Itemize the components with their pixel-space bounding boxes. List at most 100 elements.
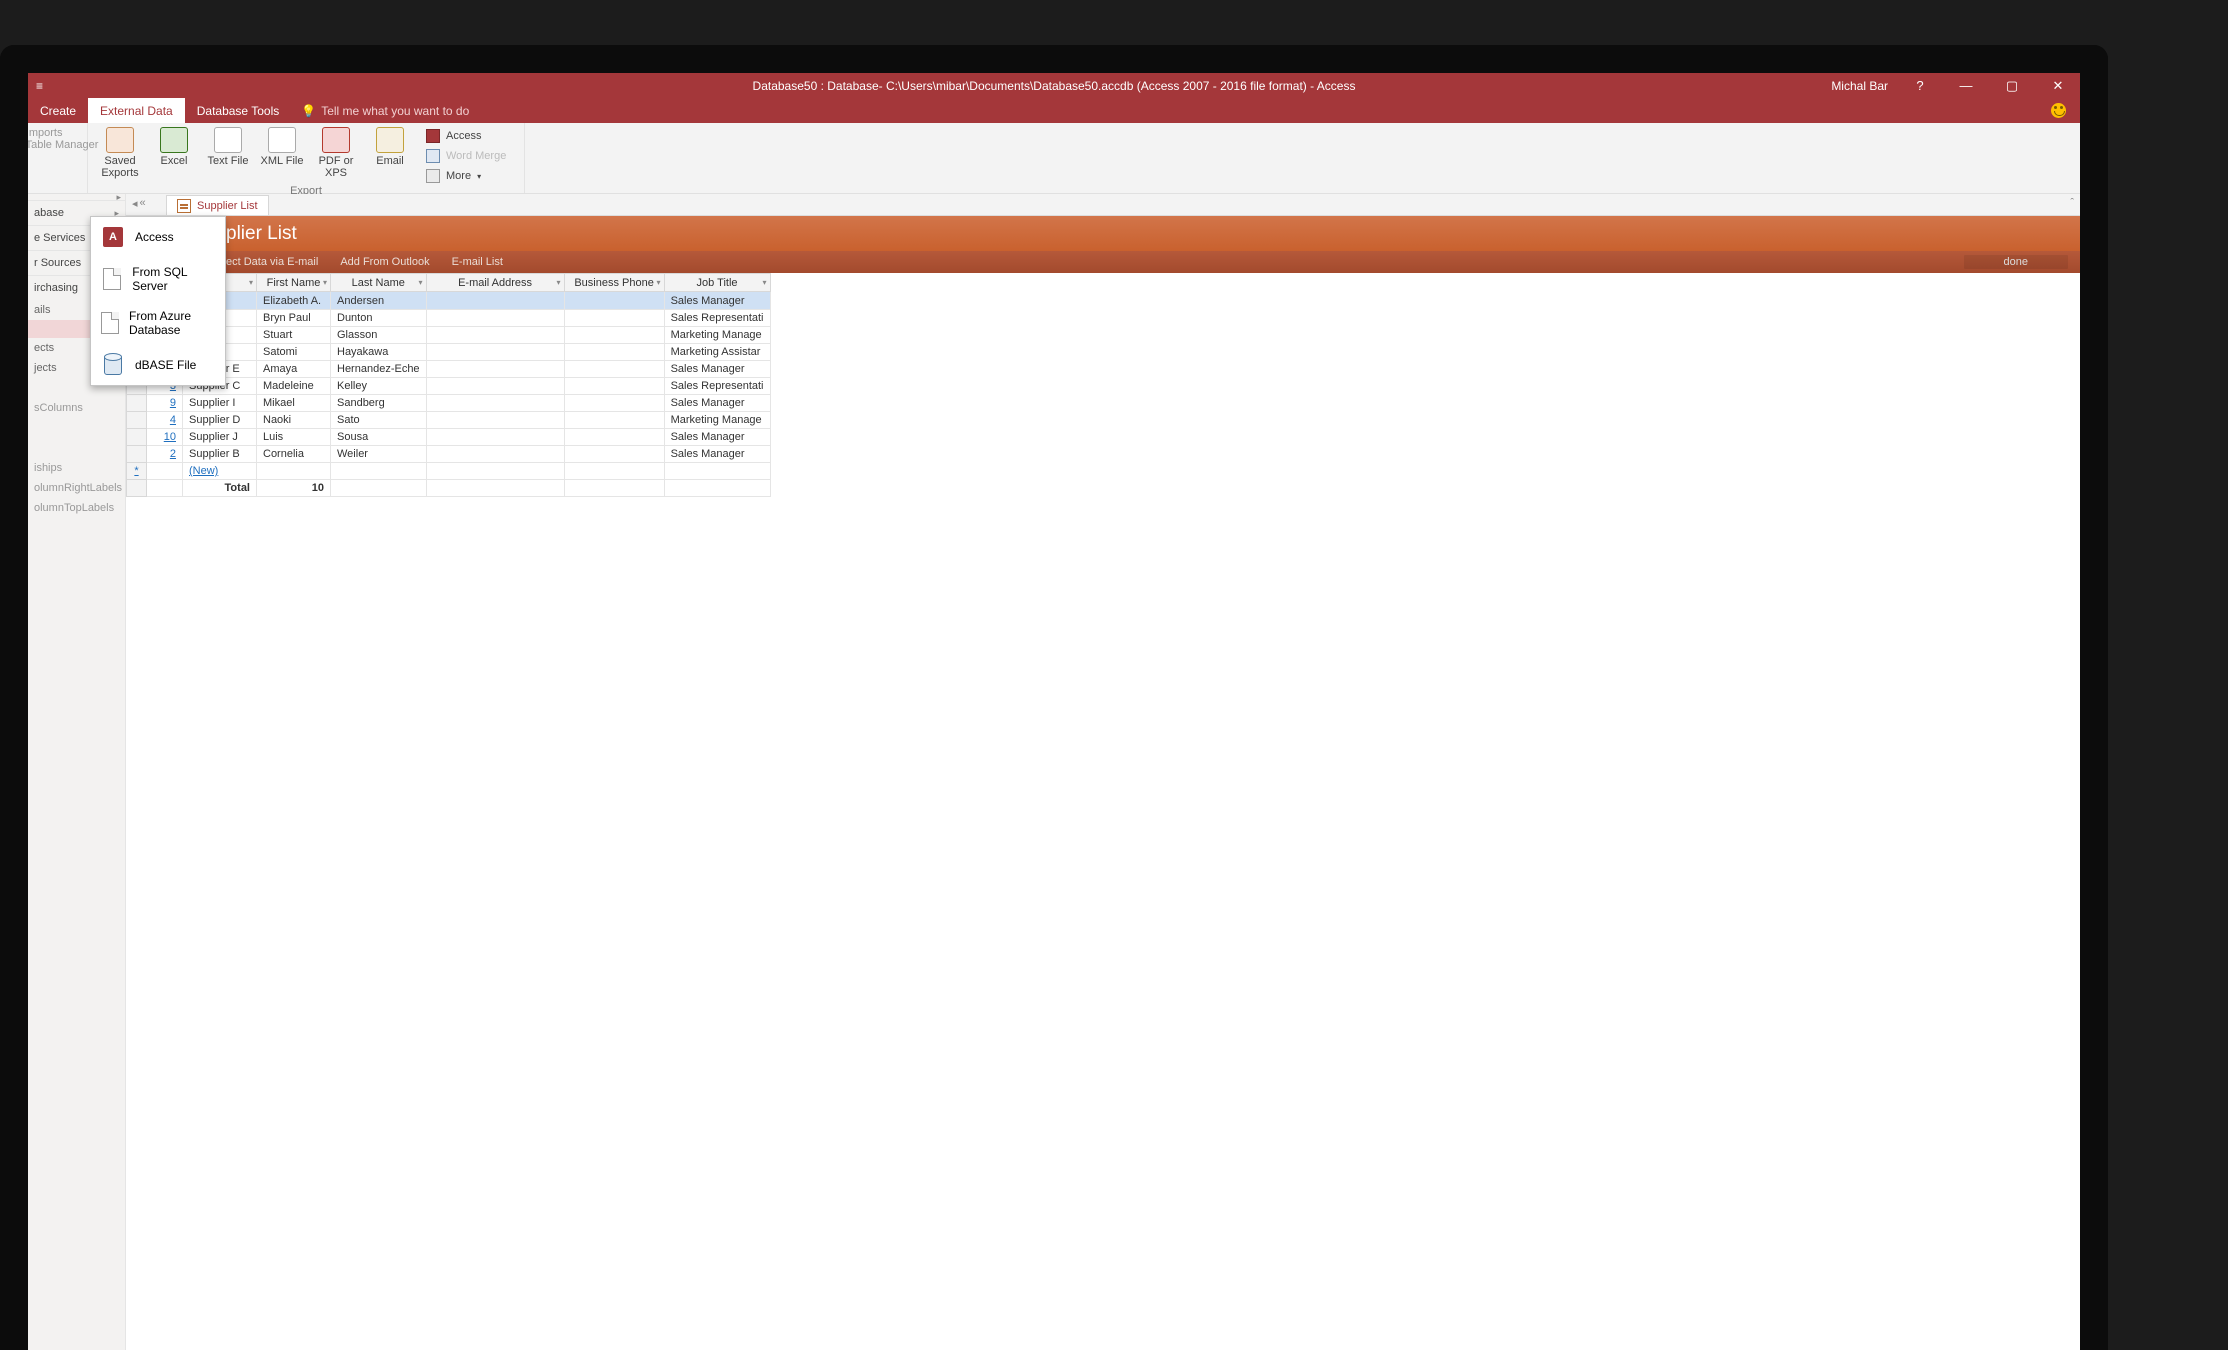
nav-item[interactable]: sColumns	[28, 398, 125, 418]
ribbon-saved-exports[interactable]: Saved Exports	[96, 127, 144, 185]
chevron-down-icon[interactable]: ▾	[323, 278, 327, 287]
table-row[interactable]: 2Supplier BCorneliaWeilerSales Manager	[127, 446, 771, 463]
cell-phone[interactable]	[564, 327, 664, 344]
maximize-button[interactable]: ▢	[1998, 75, 2026, 97]
cell-first-name[interactable]: Amaya	[257, 361, 331, 378]
cell-job-title[interactable]: Marketing Manage	[664, 327, 770, 344]
cell-job-title[interactable]: Sales Manager	[664, 292, 770, 310]
action-email-list[interactable]: E-mail List	[452, 256, 503, 268]
record-selector[interactable]	[127, 446, 147, 463]
chevron-down-icon[interactable]: ▾	[419, 278, 423, 287]
new-record-icon[interactable]: *	[127, 463, 147, 480]
table-row[interactable]: 9Supplier IMikaelSandberg Sales Manager	[127, 395, 771, 412]
tab-external-data[interactable]: External Data	[88, 98, 185, 123]
chevron-down-icon[interactable]: ▾	[763, 278, 767, 287]
cell-job-title[interactable]: Sales Representati	[664, 378, 770, 395]
cell-last-name[interactable]: Sandberg	[331, 395, 427, 412]
col-last-name[interactable]: Last Name▾	[331, 274, 427, 292]
nav-back-icon[interactable]: ◂	[132, 197, 138, 210]
user-name[interactable]: Michal Bar	[1831, 79, 1888, 93]
cell-last-name[interactable]: Andersen	[331, 292, 427, 310]
cell-last-name[interactable]: Kelley	[331, 378, 427, 395]
minimize-button[interactable]: —	[1952, 75, 1980, 97]
ribbon-item-saved-imports[interactable]: d Imports	[17, 127, 63, 139]
col-phone[interactable]: Business Phone▾	[564, 274, 664, 292]
cell-id[interactable]: 10	[147, 429, 183, 446]
cell-first-name[interactable]: Satomi	[257, 344, 331, 361]
ribbon-xml-file[interactable]: XML File	[258, 127, 306, 185]
cell-company[interactable]: Supplier I	[183, 395, 257, 412]
record-selector[interactable]	[127, 395, 147, 412]
cell-phone[interactable]	[564, 344, 664, 361]
cell-email[interactable]	[426, 344, 564, 361]
table-row[interactable]: 4Supplier DNaokiSatoMarketing Manage	[127, 412, 771, 429]
ribbon-item-linked-table-manager[interactable]: d Table Manager	[17, 139, 99, 151]
cell-company[interactable]: Supplier D	[183, 412, 257, 429]
col-job-title[interactable]: Job Title▾	[664, 274, 770, 292]
cell-first-name[interactable]: Cornelia	[257, 446, 331, 463]
cell-first-name[interactable]: Madeleine	[257, 378, 331, 395]
cell-last-name[interactable]: Sato	[331, 412, 427, 429]
flyout-azure-database[interactable]: From Azure Database	[91, 301, 225, 345]
cell-phone[interactable]	[564, 429, 664, 446]
collapse-ribbon-icon[interactable]: ˆ	[2070, 197, 2074, 209]
close-button[interactable]: ✕	[2044, 75, 2072, 97]
ribbon-pdf-xps[interactable]: PDF or XPS	[312, 127, 360, 185]
control-menu-icon[interactable]: ≡	[36, 79, 43, 93]
cell-first-name[interactable]: Stuart	[257, 327, 331, 344]
nav-item[interactable]: olumnRightLabels	[28, 478, 125, 498]
cell-phone[interactable]	[564, 310, 664, 327]
cell-email[interactable]	[426, 310, 564, 327]
cell-job-title[interactable]: Sales Manager	[664, 361, 770, 378]
chevron-down-icon[interactable]: ▾	[557, 278, 561, 287]
cell-phone[interactable]	[564, 412, 664, 429]
cell-first-name[interactable]: Naoki	[257, 412, 331, 429]
supplier-grid[interactable]: ◢ ny▾ First Name▾ Last Name▾ E-mail Addr…	[126, 273, 2080, 1350]
table-row[interactable]: 10Supplier JLuisSousaSales Manager	[127, 429, 771, 446]
cell-new[interactable]: (New)	[183, 463, 257, 480]
tell-me-search[interactable]: 💡 Tell me what you want to do	[301, 104, 469, 118]
cell-email[interactable]	[426, 327, 564, 344]
cell-phone[interactable]	[564, 395, 664, 412]
cell-company[interactable]: Supplier J	[183, 429, 257, 446]
cell-job-title[interactable]: Marketing Manage	[664, 412, 770, 429]
cell-job-title[interactable]: Sales Manager	[664, 395, 770, 412]
cell-email[interactable]	[426, 378, 564, 395]
cell-id[interactable]: 2	[147, 446, 183, 463]
cell-email[interactable]	[426, 429, 564, 446]
ribbon-export-access[interactable]: Access	[426, 127, 516, 145]
cell-last-name[interactable]: Sousa	[331, 429, 427, 446]
cell-email[interactable]	[426, 292, 564, 310]
nav-collapse-icon[interactable]: «	[140, 197, 146, 210]
ribbon-email[interactable]: Email	[366, 127, 414, 185]
cell-last-name[interactable]: Glasson	[331, 327, 427, 344]
action-add-outlook[interactable]: Add From Outlook	[340, 256, 429, 268]
flyout-sql-server[interactable]: From SQL Server	[91, 257, 225, 301]
cell-first-name[interactable]: Luis	[257, 429, 331, 446]
record-selector[interactable]	[127, 429, 147, 446]
done-button[interactable]: done	[1964, 255, 2068, 269]
chevron-down-icon[interactable]: ▾	[249, 278, 253, 287]
feedback-smiley-icon[interactable]	[2051, 103, 2066, 118]
new-record-row[interactable]: * (New)	[127, 463, 771, 480]
cell-company[interactable]: Supplier B	[183, 446, 257, 463]
cell-last-name[interactable]: Hayakawa	[331, 344, 427, 361]
cell-job-title[interactable]: Sales Manager	[664, 446, 770, 463]
cell-email[interactable]	[426, 395, 564, 412]
cell-email[interactable]	[426, 412, 564, 429]
cell-last-name[interactable]: Hernandez-Eche	[331, 361, 427, 378]
cell-email[interactable]	[426, 446, 564, 463]
tab-database-tools[interactable]: Database Tools	[185, 98, 292, 123]
help-button[interactable]: ?	[1906, 75, 1934, 97]
ribbon-word-merge[interactable]: Word Merge	[426, 147, 516, 165]
tab-create[interactable]: Create	[28, 98, 88, 123]
nav-expand-icon[interactable]: ▸	[116, 192, 121, 203]
cell-first-name[interactable]: Elizabeth A.	[257, 292, 331, 310]
col-first-name[interactable]: First Name▾	[257, 274, 331, 292]
cell-id[interactable]: 9	[147, 395, 183, 412]
flyout-dbase-file[interactable]: dBASE File	[91, 345, 225, 385]
cell-first-name[interactable]: Bryn Paul	[257, 310, 331, 327]
cell-first-name[interactable]: Mikael	[257, 395, 331, 412]
cell-phone[interactable]	[564, 361, 664, 378]
ribbon-more[interactable]: More▾	[426, 167, 516, 185]
